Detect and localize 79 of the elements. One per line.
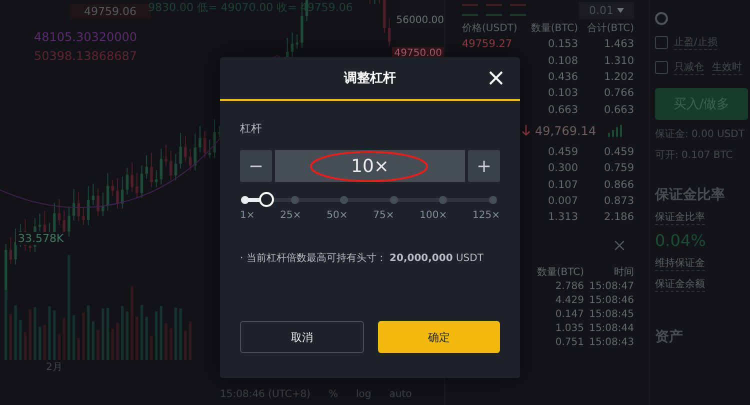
price-tick: 56000.00 bbox=[396, 15, 444, 26]
last-price-label: 49759.06 bbox=[70, 4, 150, 19]
section-heading: 保证金比率 bbox=[655, 186, 726, 204]
slider-mark-label: 25× bbox=[280, 210, 302, 221]
column-header: 数量(BTC) bbox=[530, 22, 578, 36]
chart-footer-item[interactable]: % bbox=[328, 388, 338, 400]
ask-total: 1.463 bbox=[602, 38, 634, 50]
slider-mark-label: 50× bbox=[326, 210, 348, 221]
leverage-label: 杠杆 bbox=[240, 121, 262, 136]
bid-total: 0.866 bbox=[602, 178, 634, 191]
bid-amount: 0.459 bbox=[546, 146, 578, 158]
indicator-value: 48105.30320000 bbox=[34, 30, 138, 44]
order-book-layout-icon[interactable] bbox=[486, 4, 502, 16]
trade-amount: 1.035 bbox=[554, 322, 584, 334]
ask-total: 0.663 bbox=[602, 104, 634, 116]
trade-time: 15:08:47 bbox=[588, 280, 634, 292]
down-arrow-icon bbox=[522, 125, 530, 136]
bid-total: 0.459 bbox=[602, 146, 634, 158]
bid-amount: 1.313 bbox=[546, 211, 578, 224]
caret-icon bbox=[617, 8, 624, 13]
dialog-title: 调整杠杆 bbox=[344, 70, 396, 87]
ask-amount: 0.663 bbox=[546, 104, 578, 116]
slider-mark-label: 100× bbox=[420, 210, 448, 221]
ask-amount: 0.108 bbox=[546, 54, 578, 67]
bid-total: 2.186 bbox=[602, 211, 634, 224]
ask-amount: 0.153 bbox=[546, 38, 578, 50]
trade-amount: 4.429 bbox=[554, 294, 584, 306]
volume-label: 33.578K bbox=[16, 232, 66, 245]
trade-time: 15:08:43 bbox=[588, 336, 634, 348]
slider-mark-label: 75× bbox=[373, 210, 394, 221]
trade-amount: 0.751 bbox=[554, 336, 584, 348]
ask-amount: 0.103 bbox=[546, 87, 578, 100]
ask-total: 1.310 bbox=[602, 54, 634, 67]
increase-button[interactable]: + bbox=[468, 150, 500, 182]
trade-time: 15:08:44 bbox=[588, 322, 634, 334]
slider-tick[interactable] bbox=[439, 196, 448, 204]
max-position-text: · 当前杠杆倍数最高可持有头寸： 20,000,000 USDT bbox=[240, 252, 484, 265]
trade-amount: 0.147 bbox=[554, 308, 584, 320]
bid-amount: 0.007 bbox=[546, 194, 578, 207]
order-book-layout-icon[interactable] bbox=[462, 4, 478, 16]
decrease-button[interactable]: − bbox=[240, 150, 272, 182]
slider-thumb[interactable] bbox=[258, 192, 274, 207]
column-header: 数量(BTC) bbox=[536, 266, 584, 280]
bid-total: 0.759 bbox=[602, 162, 634, 174]
slider-tick[interactable] bbox=[290, 196, 299, 204]
ask-price: 49759.27 bbox=[462, 38, 514, 50]
bid-total: 0.873 bbox=[602, 194, 634, 207]
leverage-input[interactable]: 10× bbox=[275, 150, 465, 182]
trade-amount: 2.786 bbox=[554, 280, 584, 292]
order-book-layout-icon[interactable] bbox=[510, 4, 526, 16]
slider-tick[interactable] bbox=[241, 196, 249, 204]
mid-price: 49,769.14 bbox=[535, 124, 596, 138]
bid-amount: 0.107 bbox=[546, 178, 578, 191]
cancel-button[interactable]: 取消 bbox=[240, 321, 364, 353]
ask-total: 1.202 bbox=[602, 71, 634, 84]
slider-mark-label: 125× bbox=[472, 210, 500, 221]
section-heading: 资产 bbox=[655, 328, 684, 346]
trade-time: 15:08:46 bbox=[588, 294, 634, 306]
trade-time: 15:08:45 bbox=[588, 308, 634, 320]
margin-item-label: 保证金余额 bbox=[655, 277, 705, 292]
column-header: 时间 bbox=[613, 266, 634, 280]
margin-item-label: 维持保证金 bbox=[655, 256, 705, 271]
leverage-value: 10× bbox=[351, 156, 389, 176]
bid-amount: 0.300 bbox=[546, 162, 578, 174]
indicator-value: 50398.13868687 bbox=[34, 49, 138, 63]
slider-tick[interactable] bbox=[488, 196, 497, 204]
ask-total: 0.766 bbox=[602, 87, 634, 100]
slider-tick[interactable] bbox=[340, 196, 348, 204]
slider-tick[interactable] bbox=[390, 196, 398, 204]
column-header: 合计(BTC) bbox=[586, 22, 634, 36]
slider-mark-label: 1× bbox=[240, 210, 255, 221]
column-header: 价格(USDT) bbox=[462, 22, 518, 36]
signal-bars-icon bbox=[608, 124, 622, 137]
ask-amount: 0.436 bbox=[546, 71, 578, 84]
checkbox[interactable] bbox=[655, 61, 668, 74]
checkbox[interactable] bbox=[655, 36, 668, 49]
margin-ratio-label: 保证金比率 bbox=[655, 210, 705, 225]
radio-icon[interactable] bbox=[655, 12, 668, 25]
confirm-button[interactable]: 确定 bbox=[378, 321, 500, 353]
